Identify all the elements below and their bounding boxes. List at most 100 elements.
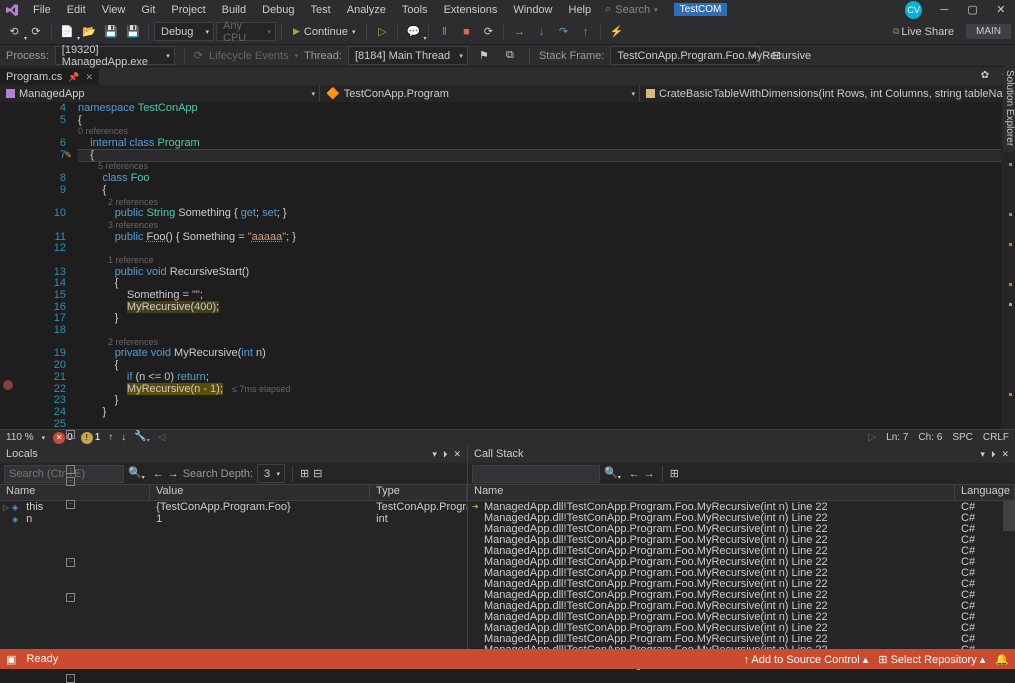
locals-search-input[interactable]	[4, 465, 124, 483]
menu-test[interactable]: Test	[303, 2, 339, 18]
fold-icon[interactable]: −	[66, 430, 75, 439]
callstack-frame[interactable]: ManagedApp.dll!TestConApp.Program.Foo.My…	[468, 567, 1015, 578]
menu-edit[interactable]: Edit	[59, 2, 94, 18]
callstack-frame[interactable]: ManagedApp.dll!TestConApp.Program.Foo.My…	[468, 578, 1015, 589]
search-icon[interactable]: 🔍▾	[604, 466, 621, 481]
menu-analyze[interactable]: Analyze	[339, 2, 394, 18]
maximize-button[interactable]: ▢	[958, 0, 986, 19]
step-into-button[interactable]: ↓	[531, 22, 551, 42]
search-icon[interactable]: 🔍▾	[128, 466, 145, 481]
nav-project[interactable]: ManagedApp	[0, 85, 320, 102]
main-button[interactable]: MAIN	[966, 24, 1011, 39]
pin-icon[interactable]: 📌	[68, 72, 79, 83]
callstack-frame[interactable]: ManagedApp.dll!TestConApp.Program.Foo.My…	[468, 633, 1015, 644]
stop-button[interactable]: ■	[456, 22, 476, 42]
new-file-button[interactable]: 📄	[57, 22, 77, 42]
source-control-button[interactable]: ↑ Add to Source Control ▴	[743, 653, 868, 666]
fold-icon[interactable]: −	[66, 477, 75, 486]
col-name[interactable]: Name	[468, 485, 955, 500]
tab-program-cs[interactable]: Program.cs 📌 ✕	[0, 68, 99, 85]
col-type[interactable]: Type	[370, 485, 467, 500]
right-arrow-end-icon[interactable]: ▷	[868, 432, 876, 443]
left-arrow-icon[interactable]: ◁	[158, 432, 166, 443]
repo-button[interactable]: ⊞ Select Repository ▴	[878, 653, 985, 666]
step-out-button[interactable]: ↑	[575, 22, 595, 42]
next-statement-icon[interactable]: →	[509, 22, 529, 42]
close-icon[interactable]: ✕	[85, 72, 93, 83]
fold-icon[interactable]: −	[66, 674, 75, 683]
nav-member[interactable]: CrateBasicTableWithDimensions(int Rows, …	[640, 85, 1015, 102]
down-arrow-icon[interactable]: ↓	[121, 432, 126, 443]
menu-window[interactable]: Window	[505, 2, 560, 18]
callstack-frame[interactable]: ManagedApp.dll!TestConApp.Program.Foo.My…	[468, 523, 1015, 534]
col-lang[interactable]: Language	[955, 485, 1015, 500]
restart-button[interactable]: ⟳	[478, 22, 498, 42]
stackframe-dropdown[interactable]: TestConApp.Program.Foo.MyRecursive	[610, 46, 760, 65]
close-button[interactable]: ✕	[987, 0, 1015, 19]
menu-project[interactable]: Project	[163, 2, 213, 18]
fold-icon[interactable]: −	[66, 558, 75, 567]
col-name[interactable]: Name	[0, 485, 150, 500]
menu-tools[interactable]: Tools	[394, 2, 436, 18]
tool-icon-1[interactable]: ⊞	[300, 467, 309, 480]
hot-reload-button[interactable]: ⚡	[606, 22, 626, 42]
step-over-button[interactable]: ↷	[553, 22, 573, 42]
close-icon[interactable]: ✕	[1001, 449, 1009, 460]
callstack-frame[interactable]: ➜ManagedApp.dll!TestConApp.Program.Foo.M…	[468, 501, 1015, 512]
open-button[interactable]: 📂	[79, 22, 99, 42]
warning-icon[interactable]: !	[81, 432, 93, 444]
locals-row[interactable]: ◈n1int	[0, 513, 467, 525]
nav-class[interactable]: 🔶TestConApp.Program	[320, 85, 640, 102]
fold-icon[interactable]: −	[66, 465, 75, 474]
nav-back-button[interactable]: ⟲	[4, 22, 24, 42]
pin-icon[interactable]: ⏵	[991, 449, 996, 460]
callstack-frame[interactable]: ManagedApp.dll!TestConApp.Program.Foo.My…	[468, 556, 1015, 567]
play-outline-button[interactable]: ▷	[372, 22, 392, 42]
menu-view[interactable]: View	[94, 2, 134, 18]
dropdown-icon[interactable]: ▾	[980, 449, 985, 460]
continue-button[interactable]: ▶ Continue ▾	[287, 22, 361, 42]
callstack-frame[interactable]: ManagedApp.dll!TestConApp.Program.Foo.My…	[468, 622, 1015, 633]
dropdown-icon[interactable]: ▾	[432, 449, 437, 460]
process-dropdown[interactable]: [19320] ManagedApp.exe	[55, 46, 175, 65]
config-dropdown[interactable]: Debug	[154, 22, 214, 41]
pin-icon[interactable]: ⏵	[443, 449, 448, 460]
menu-debug[interactable]: Debug	[254, 2, 302, 18]
code-editor[interactable]: 45678910111213141516171819202122232425 ✎…	[0, 103, 1015, 429]
callstack-frame[interactable]: ManagedApp.dll!TestConApp.Program.Foo.My…	[468, 534, 1015, 545]
thread-dropdown[interactable]: [8184] Main Thread	[348, 46, 468, 65]
menu-build[interactable]: Build	[214, 2, 254, 18]
pause-button[interactable]: ‖	[434, 22, 454, 42]
threads-icon[interactable]: ⧉	[500, 46, 520, 66]
menu-help[interactable]: Help	[561, 2, 600, 18]
fold-icon[interactable]: −	[66, 593, 75, 602]
error-icon[interactable]: ✕	[53, 432, 65, 444]
save-button[interactable]: 💾	[101, 22, 121, 42]
view-frames-icon[interactable]: ⊞	[670, 467, 679, 480]
notifications-icon[interactable]: 🔔	[995, 653, 1009, 666]
stackframe-tool-icon[interactable]: ⊟	[766, 46, 786, 66]
menu-extensions[interactable]: Extensions	[436, 2, 506, 18]
callstack-search-input[interactable]	[472, 465, 600, 483]
up-arrow-icon[interactable]: ↑	[108, 432, 113, 443]
user-avatar[interactable]: CV	[905, 1, 922, 19]
save-all-button[interactable]: 💾	[123, 22, 143, 42]
nav-fwd-button[interactable]: ⟳	[26, 22, 46, 42]
zoom-level[interactable]: 110 %	[6, 432, 34, 443]
callstack-frame[interactable]: ManagedApp.dll!TestConApp.Program.Foo.My…	[468, 600, 1015, 611]
fold-icon[interactable]: −	[66, 500, 75, 509]
search-box[interactable]: ⌕ Search ▾	[599, 3, 664, 16]
callstack-frame[interactable]: ManagedApp.dll!TestConApp.Program.Foo.My…	[468, 589, 1015, 600]
close-icon[interactable]: ✕	[453, 449, 461, 460]
menu-git[interactable]: Git	[133, 2, 163, 18]
breakpoint-icon[interactable]	[3, 380, 13, 390]
wrench-icon[interactable]: 🔧▾	[134, 431, 149, 444]
live-share-button[interactable]: Live Share	[901, 26, 954, 38]
callstack-frame[interactable]: ManagedApp.dll!TestConApp.Program.Foo.My…	[468, 611, 1015, 622]
callstack-frame[interactable]: ManagedApp.dll!TestConApp.Program.Foo.My…	[468, 512, 1015, 523]
tab-settings-icon[interactable]: ✿	[975, 65, 995, 85]
callstack-frame[interactable]: ManagedApp.dll!TestConApp.Program.Foo.My…	[468, 545, 1015, 556]
flag-icon[interactable]: ⚑	[474, 46, 494, 66]
feedback-button[interactable]: 💬	[403, 22, 423, 42]
col-value[interactable]: Value	[150, 485, 370, 500]
